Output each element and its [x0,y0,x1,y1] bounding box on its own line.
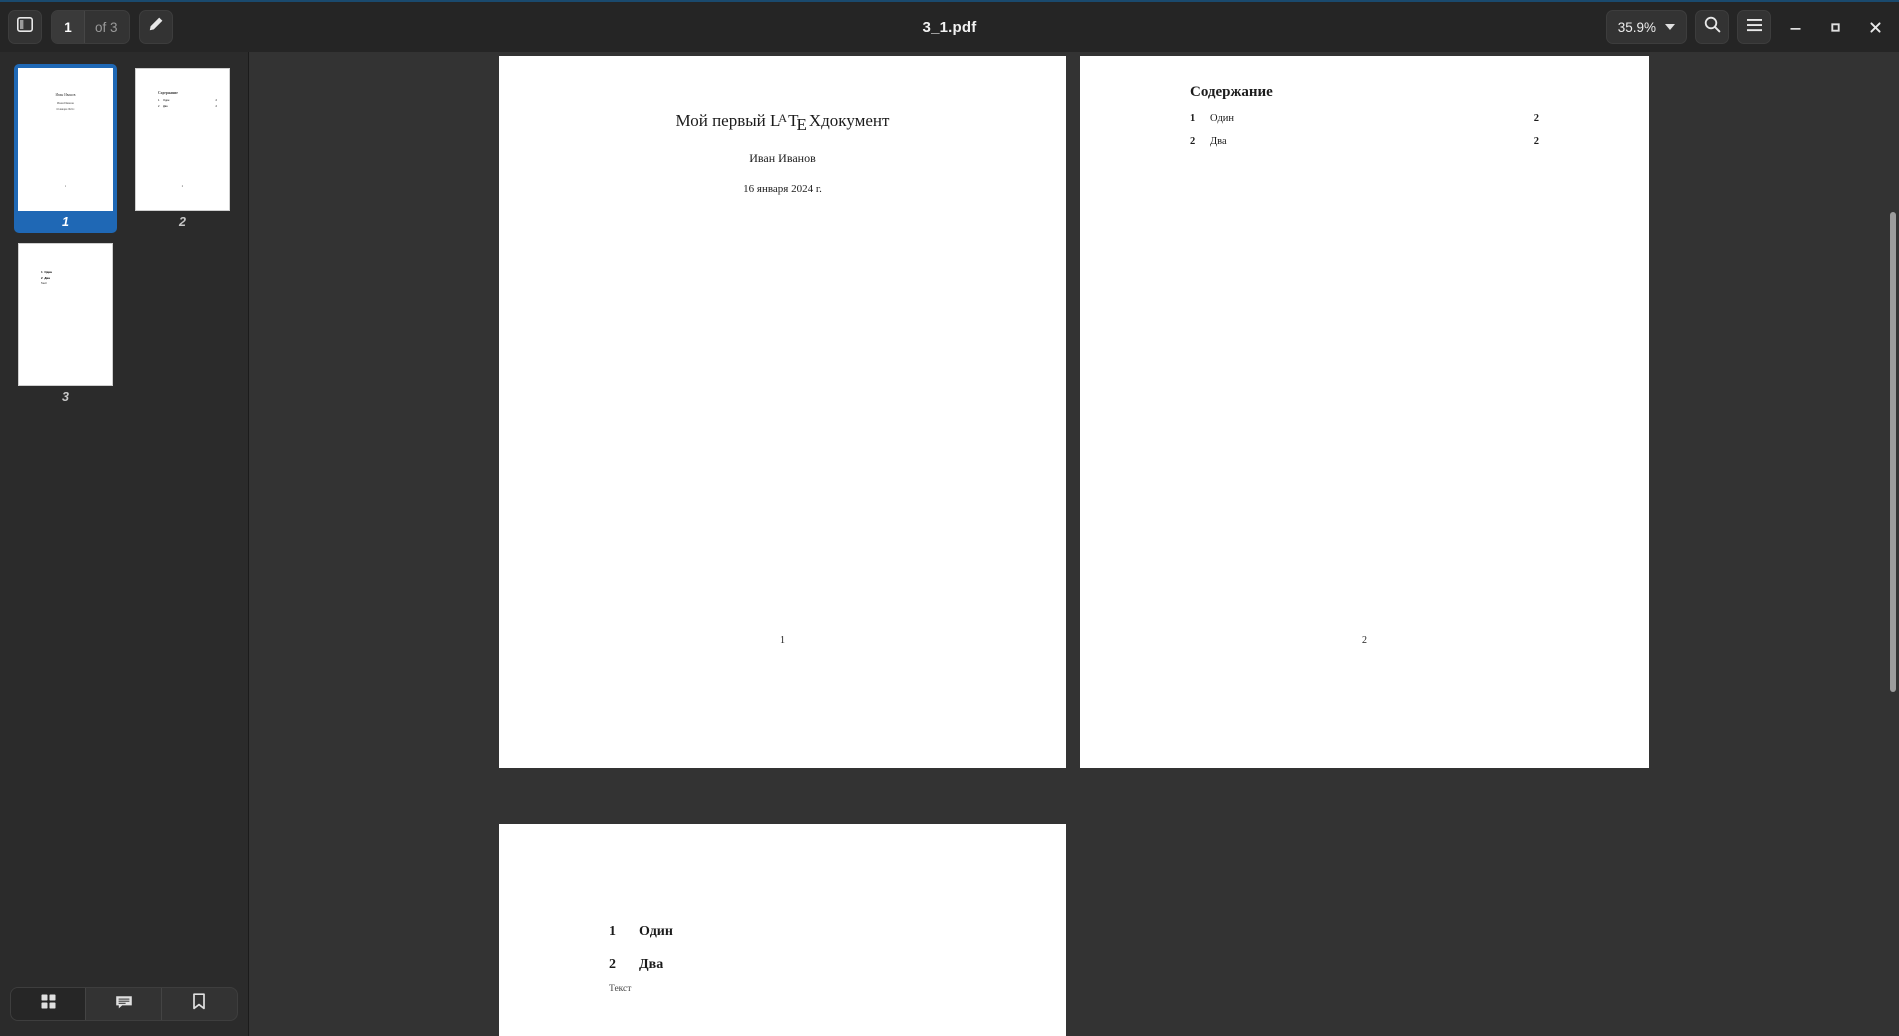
sidebar-tab-bar [0,982,248,1036]
thumbnail-label: 3 [62,390,69,404]
thumbnail-preview: Иван Иванов Иван Иванов 16 января 2024 г… [18,68,113,211]
toc-entry[interactable]: 1 Один 2 [1190,113,1539,124]
main-area: Иван Иванов Иван Иванов 16 января 2024 г… [0,52,1899,1036]
thumbnail-page-3[interactable]: 1 Один 2 Два Текст 3 [14,239,117,408]
document-page-2[interactable]: Содержание 1 Один 2 2 Два 2 2 [1080,56,1649,768]
thumb-section-num: 2 [41,276,43,280]
toc-heading: Содержание [1190,84,1273,100]
thumb-toc-title: Один [163,99,170,102]
thumb-toc-row: 1 Один 2 [158,99,217,102]
menu-button[interactable] [1737,10,1771,44]
minimize-icon [1790,27,1800,30]
thumbnail-preview: 1 Один 2 Два Текст [18,243,113,386]
section-heading: 1 Один [609,924,1066,940]
title-prefix: Мой первый [675,111,771,130]
thumb-section-num: 1 [41,270,43,274]
toc-entry-page: 2 [1533,136,1539,147]
section-title: Один [639,924,673,939]
close-button[interactable] [1859,10,1891,44]
section-heading: 2 Два [609,957,1066,973]
thumb-folio: 1 [64,185,67,188]
thumb-body-text: Текст [41,282,48,285]
thumbnail-label: 2 [179,215,186,229]
document-page-3[interactable]: 1 Один 2 Два Текст [499,824,1066,1036]
close-icon [1869,21,1881,33]
comment-icon [115,994,133,1015]
document-title: Мой первый LA TE Xдокумент [499,111,1066,134]
toc-entry[interactable]: 2 Два 2 [1190,136,1539,147]
thumb-date-line: 16 января 2024 г. [56,108,75,111]
thumb-title-line: Иван Иванов [55,93,76,97]
maximize-icon [1830,22,1840,32]
sidebar-tab-annotations[interactable] [86,988,162,1020]
document-page-1[interactable]: Мой первый LA TE Xдокумент Иван Иванов 16 … [499,56,1066,768]
pdf-viewer-window: 1 of 3 3_1.pdf 35.9% Иван Иванов Иван Ив… [0,0,1899,1036]
section-number: 2 [609,957,616,972]
thumb-section: 1 Один [41,270,52,274]
latex-e: E [796,115,807,134]
toc-entry-number: 2 [1190,136,1196,147]
toc-entry-title: Один [1210,113,1235,124]
bookmark-icon [192,993,206,1015]
document-date: 16 января 2024 г. [743,183,822,195]
thumb-section-title: Два [44,276,50,280]
thumbnail-page-2[interactable]: Содержание 1 Один 2 2 Два 2 2 2 [131,64,234,233]
thumbnail-label: 1 [62,215,69,229]
document-view[interactable]: Мой первый LA TE Xдокумент Иван Иванов 16 … [249,52,1899,1036]
page-total-label: of 3 [84,11,129,43]
search-icon [1704,16,1721,38]
thumb-folio: 2 [181,185,184,188]
section-title: Два [639,957,664,972]
search-button[interactable] [1695,10,1729,44]
thumb-section-title: Один [44,270,53,274]
chevron-down-icon [1665,24,1675,30]
latex-x: X [808,111,822,130]
toolbar-left-group: 1 of 3 [8,10,173,44]
thumbnail-preview: Содержание 1 Один 2 2 Два 2 2 [135,68,230,211]
sidebar-tab-thumbnails[interactable] [11,988,87,1020]
toolbar-right-group: 35.9% [1605,2,1891,52]
minimize-button[interactable] [1779,10,1811,44]
sidebar: Иван Иванов Иван Иванов 16 января 2024 г… [0,52,249,1036]
thumbnail-list[interactable]: Иван Иванов Иван Иванов 16 января 2024 г… [0,52,248,982]
title-suffix: документ [821,111,890,130]
grid-icon [40,993,57,1015]
page-folio: 2 [1362,635,1367,646]
document-author: Иван Иванов [749,151,816,165]
page-folio: 1 [780,635,785,646]
sidebar-tab-bookmarks[interactable] [162,988,237,1020]
thumb-toc-heading: Содержание [158,91,178,95]
latex-logo: LA TE X [770,111,822,134]
pencil-icon [147,16,164,38]
thumb-toc-row: 2 Два 2 [158,105,217,108]
annotate-button[interactable] [138,10,173,44]
thumb-toc-title: Два [163,105,168,108]
maximize-button[interactable] [1819,10,1851,44]
sidebar-panel-icon [17,17,33,37]
vertical-scrollbar[interactable] [1890,212,1896,692]
sidebar-toggle-button[interactable] [8,10,42,44]
toc-entry-title: Два [1210,136,1227,147]
zoom-selector[interactable]: 35.9% [1605,10,1687,44]
thumb-toc-page: 2 [215,105,217,108]
thumb-section: 2 Два [41,276,50,280]
page-number-input[interactable]: 1 [52,11,84,43]
thumb-toc-page: 2 [215,99,217,102]
zoom-level-label: 35.9% [1617,19,1656,35]
sidebar-tab-group [10,987,238,1021]
hamburger-menu-icon [1746,18,1763,37]
page-navigator[interactable]: 1 of 3 [51,10,130,44]
section-number: 1 [609,924,616,939]
thumb-author-line: Иван Иванов [57,101,74,105]
toolbar: 1 of 3 3_1.pdf 35.9% [0,0,1899,52]
latex-a: A [778,111,787,125]
toc-entry-page: 2 [1533,113,1539,124]
section-body-text: Текст [609,984,632,994]
thumbnail-page-1[interactable]: Иван Иванов Иван Иванов 16 января 2024 г… [14,64,117,233]
toc-entry-number: 1 [1190,113,1196,124]
